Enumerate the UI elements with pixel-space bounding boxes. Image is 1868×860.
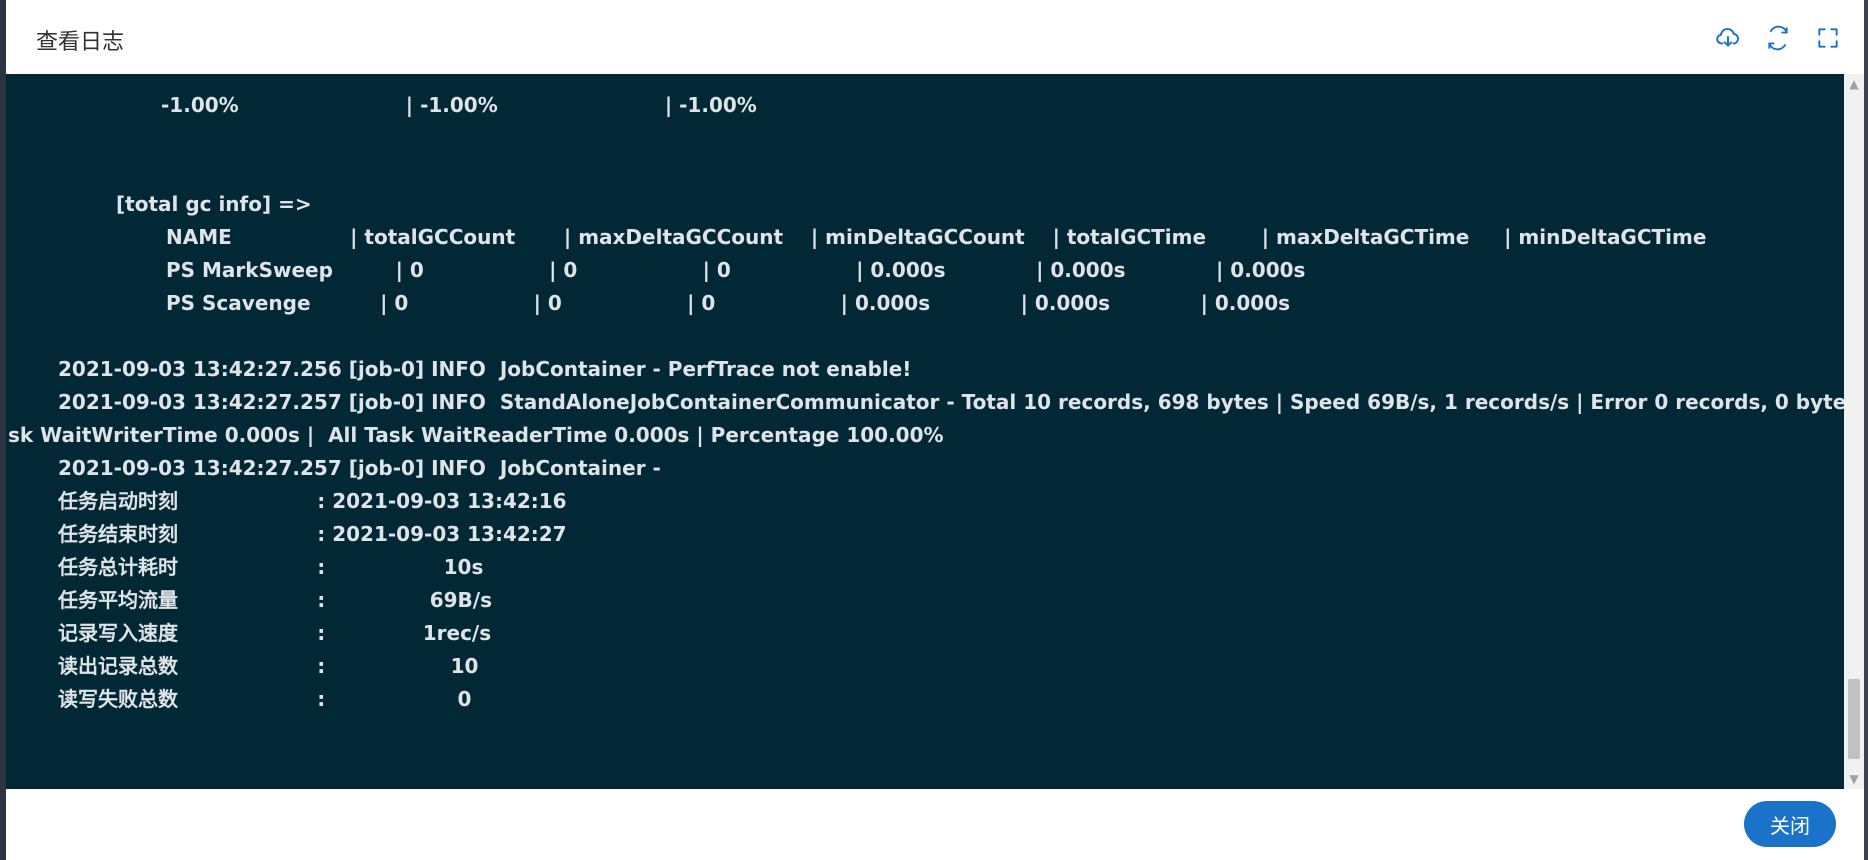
log-line: 2021-09-03 13:42:27.257 [job-0] INFO Sta… xyxy=(58,390,1864,414)
log-dialog: 查看日志 -1.00% | -1.00% | -1.00% [total gc … xyxy=(6,0,1864,860)
refresh-icon[interactable] xyxy=(1764,24,1792,52)
log-line: -1.00% | -1.00% | -1.00% xyxy=(161,93,757,117)
dialog-footer: 关闭 xyxy=(6,789,1864,860)
log-line: [total gc info] => xyxy=(116,192,312,216)
log-line: NAME | totalGCCount | maxDeltaGCCount | … xyxy=(166,225,1707,249)
log-lines: -1.00% | -1.00% | -1.00% [total gc info]… xyxy=(6,74,1858,711)
log-line: PS MarkSweep | 0 | 0 | 0 | 0.000s | 0.00… xyxy=(166,258,1306,282)
vertical-scrollbar[interactable]: ▲ ▼ xyxy=(1844,74,1864,789)
scroll-up-arrow-icon[interactable]: ▲ xyxy=(1844,74,1864,94)
log-line: 任务启动时刻 : 2021-09-03 13:42:16 xyxy=(58,489,567,513)
log-line: 读出记录总数 : 10 xyxy=(58,654,479,678)
close-button[interactable]: 关闭 xyxy=(1744,801,1836,847)
log-line: sk WaitWriterTime 0.000s | All Task Wait… xyxy=(8,423,944,447)
dialog-header: 查看日志 xyxy=(6,0,1864,74)
log-line: 2021-09-03 13:42:27.257 [job-0] INFO Job… xyxy=(58,456,661,480)
scroll-down-arrow-icon[interactable]: ▼ xyxy=(1844,769,1864,789)
dialog-title: 查看日志 xyxy=(36,30,125,55)
log-line: 任务总计耗时 : 10s xyxy=(58,555,484,579)
log-line: 读写失败总数 : 0 xyxy=(58,687,472,711)
log-line: 任务平均流量 : 69B/s xyxy=(58,588,492,612)
header-actions xyxy=(1714,24,1842,52)
log-line: 2021-09-03 13:42:27.256 [job-0] INFO Job… xyxy=(58,357,912,381)
fullscreen-icon[interactable] xyxy=(1814,24,1842,52)
log-line: 记录写入速度 : 1rec/s xyxy=(58,621,492,645)
log-line: PS Scavenge | 0 | 0 | 0 | 0.000s | 0.000… xyxy=(166,291,1291,315)
log-output[interactable]: -1.00% | -1.00% | -1.00% [total gc info]… xyxy=(6,74,1864,789)
log-line: 任务结束时刻 : 2021-09-03 13:42:27 xyxy=(58,522,567,546)
download-cloud-icon[interactable] xyxy=(1714,24,1742,52)
scroll-thumb[interactable] xyxy=(1848,679,1860,759)
